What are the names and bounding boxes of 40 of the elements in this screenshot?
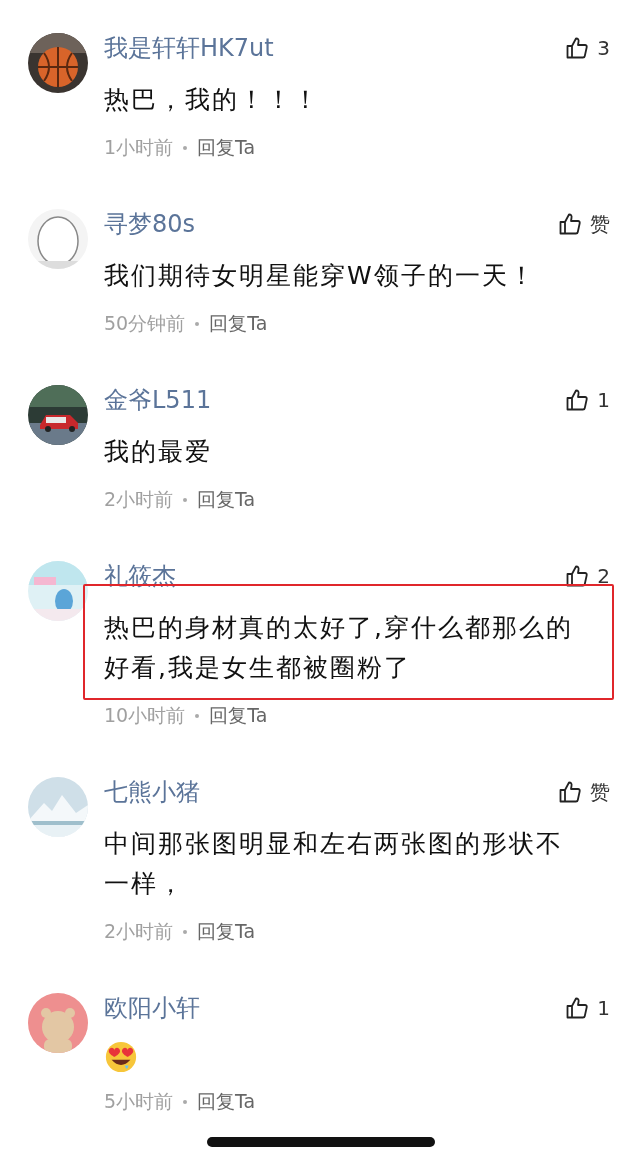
heart-eyes-emoji-icon — [104, 1040, 138, 1074]
username[interactable]: 七熊小猪 — [104, 776, 200, 808]
like-count: 3 — [597, 36, 610, 60]
separator-dot — [195, 322, 200, 326]
thumbs-up-icon[interactable] — [558, 780, 582, 804]
thumbs-up-icon[interactable] — [565, 996, 590, 1020]
reply-link[interactable]: 回复Ta — [197, 919, 256, 945]
like-count: 1 — [597, 996, 610, 1020]
reply-link[interactable]: 回复Ta — [197, 487, 256, 513]
username[interactable]: 寻梦80s — [104, 208, 196, 240]
timestamp: 2小时前 — [104, 919, 174, 944]
comment-text: 热巴的身材真的太好了,穿什么都那么的好看,我是女生都被圈粉了 — [104, 612, 574, 684]
timestamp: 10小时前 — [104, 703, 186, 728]
like-count: 2 — [597, 564, 610, 588]
username[interactable]: 欧阳小轩 — [104, 992, 200, 1024]
separator-dot — [183, 1100, 188, 1104]
reply-link[interactable]: 回复Ta — [197, 1089, 256, 1115]
timestamp: 1小时前 — [104, 135, 174, 160]
comment-text: 热巴，我的！！！ — [104, 84, 321, 116]
reply-link[interactable]: 回复Ta — [209, 311, 268, 337]
like-count: 赞 — [590, 780, 610, 804]
thumbs-up-icon[interactable] — [558, 212, 582, 236]
timestamp: 5小时前 — [104, 1089, 174, 1114]
thumbs-up-icon[interactable] — [565, 36, 590, 60]
like-count: 赞 — [590, 212, 610, 236]
timestamp: 2小时前 — [104, 487, 174, 512]
thumbs-up-icon[interactable] — [565, 388, 590, 412]
comment-text: 我的最爱 — [104, 436, 213, 468]
reply-link[interactable]: 回复Ta — [209, 703, 268, 729]
like-count: 1 — [597, 388, 610, 412]
username[interactable]: 我是轩轩HK7ut — [104, 32, 274, 64]
separator-dot — [183, 146, 188, 150]
comment-text: 我们期待女明星能穿W领子的一天！ — [104, 260, 537, 292]
separator-dot — [183, 930, 188, 934]
reply-link[interactable]: 回复Ta — [197, 135, 256, 161]
timestamp: 50分钟前 — [104, 311, 186, 336]
separator-dot — [183, 498, 188, 502]
username[interactable]: 金爷L511 — [104, 384, 212, 416]
separator-dot — [195, 714, 200, 718]
comment-text: 中间那张图明显和左右两张图的形状不一样， — [104, 828, 564, 900]
